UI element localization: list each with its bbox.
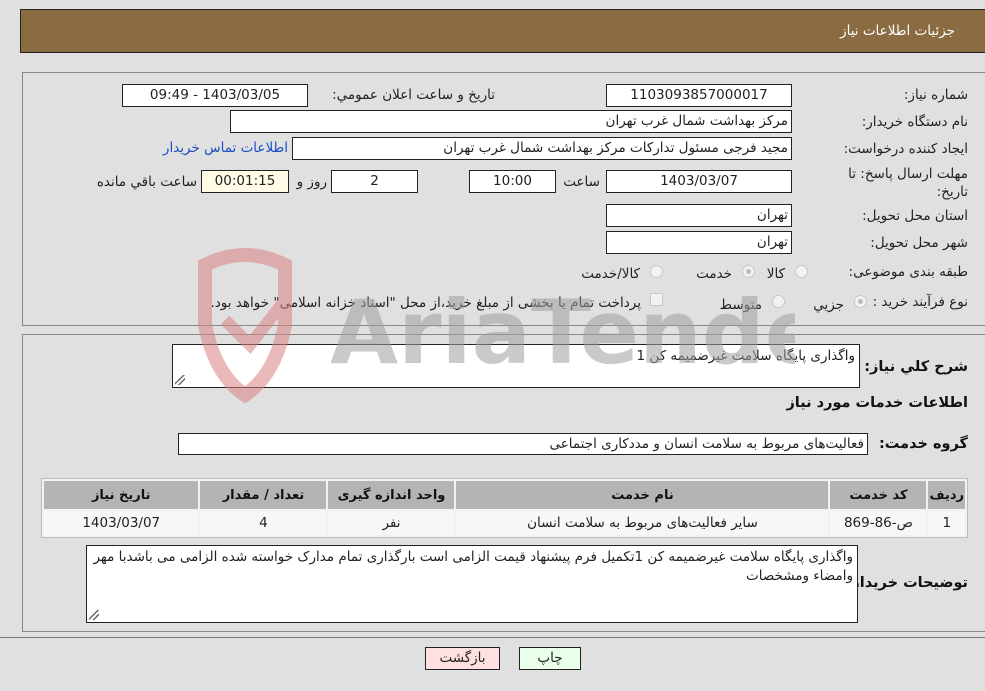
days-label: روز و [296,174,327,190]
cell-service-name: ساير فعاليت‌های مربوط به سلامت انسان [456,511,829,535]
footer-divider [0,637,985,638]
buyer-notes-field[interactable]: واگذاری پایگاه سلامت غیرضمیمه کن 1تکمیل … [86,545,858,623]
need-details-panel: شماره نياز: 1103093857000017 تاريخ و ساع… [22,72,985,326]
category-option-goods: کالا [766,266,785,282]
category-radio-service[interactable] [742,265,755,278]
creator-field: مجید فرجی مسئول تدارکات مرکز بهداشت شمال… [292,137,792,160]
page-header: جزئيات اطلاعات نياز [20,9,985,53]
deadline-time-field: 10:00 [469,170,556,193]
buyer-notes-label: توضيحات خريدار: [845,575,968,591]
remaining-time-field: 00:01:15 [201,170,289,193]
col-header-row-number: رديف [928,481,965,509]
cell-quantity: 4 [200,511,327,535]
deadline-date-field: 1403/03/07 [606,170,792,193]
category-label: طبقه بندی موضوعی: [848,264,968,280]
province-field: تهران [606,204,792,227]
category-option-service: خدمت [696,266,732,282]
category-radio-goods-service[interactable] [650,265,663,278]
buyer-contact-link[interactable]: اطلاعات تماس خريدار [163,140,288,156]
services-panel: شرح کلي نياز: واگذاری پایگاه سلامت غیرضم… [22,334,985,632]
province-label: استان محل تحويل: [862,208,968,224]
need-description-text: واگذاری پایگاه سلامت غیرضمیمه کن 1 [636,348,855,364]
buyer-org-field: مرکز بهداشت شمال غرب تهران [230,110,792,133]
process-label: نوع فرآيند خريد : [872,294,968,310]
service-group-label: گروه خدمت: [878,436,968,452]
col-header-need-date: تاريخ نياز [44,481,199,509]
deadline-time-label: ساعت [563,174,600,190]
need-description-field[interactable]: واگذاری پایگاه سلامت غیرضمیمه کن 1 [172,344,860,388]
need-description-label: شرح کلي نياز: [864,359,968,375]
buyer-org-label: نام دستگاه خريدار: [861,114,968,130]
print-button[interactable]: چاپ [519,647,581,670]
need-number-label: شماره نياز: [903,87,968,103]
col-header-unit: واحد اندازه گيری [328,481,455,509]
services-table: رديف کد خدمت نام خدمت واحد اندازه گيری ت… [41,478,968,538]
col-header-service-name: نام خدمت [456,481,829,509]
category-option-goods-service: کالا/خدمت [581,266,640,282]
cell-row-number: 1 [928,511,965,535]
process-radio-medium[interactable] [772,295,785,308]
days-field: 2 [331,170,418,193]
treasury-note: پرداخت تمام يا بخشی از مبلغ خريد،از محل … [210,295,641,311]
back-button[interactable]: بازگشت [425,647,500,670]
announce-datetime-field: 1403/03/05 - 09:49 [122,84,308,107]
table-row: 1 ص-86-869 ساير فعاليت‌های مربوط به سلام… [44,511,965,535]
category-radio-goods[interactable] [795,265,808,278]
service-group-field: فعاليت‌های مربوط به سلامت انسان و مددکار… [178,433,868,455]
deadline-label: مهلت ارسال پاسخ: تا تاريخ: [848,166,968,200]
process-option-medium: متوسط [719,297,762,313]
announce-label: تاريخ و ساعت اعلان عمومي: [332,87,495,103]
process-option-minor: جزيي [813,297,844,313]
cell-need-date: 1403/03/07 [44,511,199,535]
cell-unit: نفر [328,511,455,535]
buyer-notes-text: واگذاری پایگاه سلامت غیرضمیمه کن 1تکمیل … [93,549,853,584]
creator-label: ايجاد کننده درخواست: [843,141,968,157]
resize-grip-icon[interactable] [89,610,99,620]
col-header-service-code: کد خدمت [830,481,927,509]
col-header-quantity: تعداد / مقدار [200,481,327,509]
cell-service-code: ص-86-869 [830,511,927,535]
city-label: شهر محل تحويل: [870,235,968,251]
resize-grip-icon[interactable] [175,375,185,385]
need-number-field: 1103093857000017 [606,84,792,107]
treasury-checkbox[interactable] [650,293,663,306]
city-field: تهران [606,231,792,254]
remaining-label: ساعت باقي مانده [96,174,197,190]
process-radio-minor[interactable] [854,295,867,308]
page-title: جزئيات اطلاعات نياز [840,23,955,39]
services-heading: اطلاعات خدمات مورد نياز [786,395,968,411]
table-header-row: رديف کد خدمت نام خدمت واحد اندازه گيری ت… [44,481,965,509]
